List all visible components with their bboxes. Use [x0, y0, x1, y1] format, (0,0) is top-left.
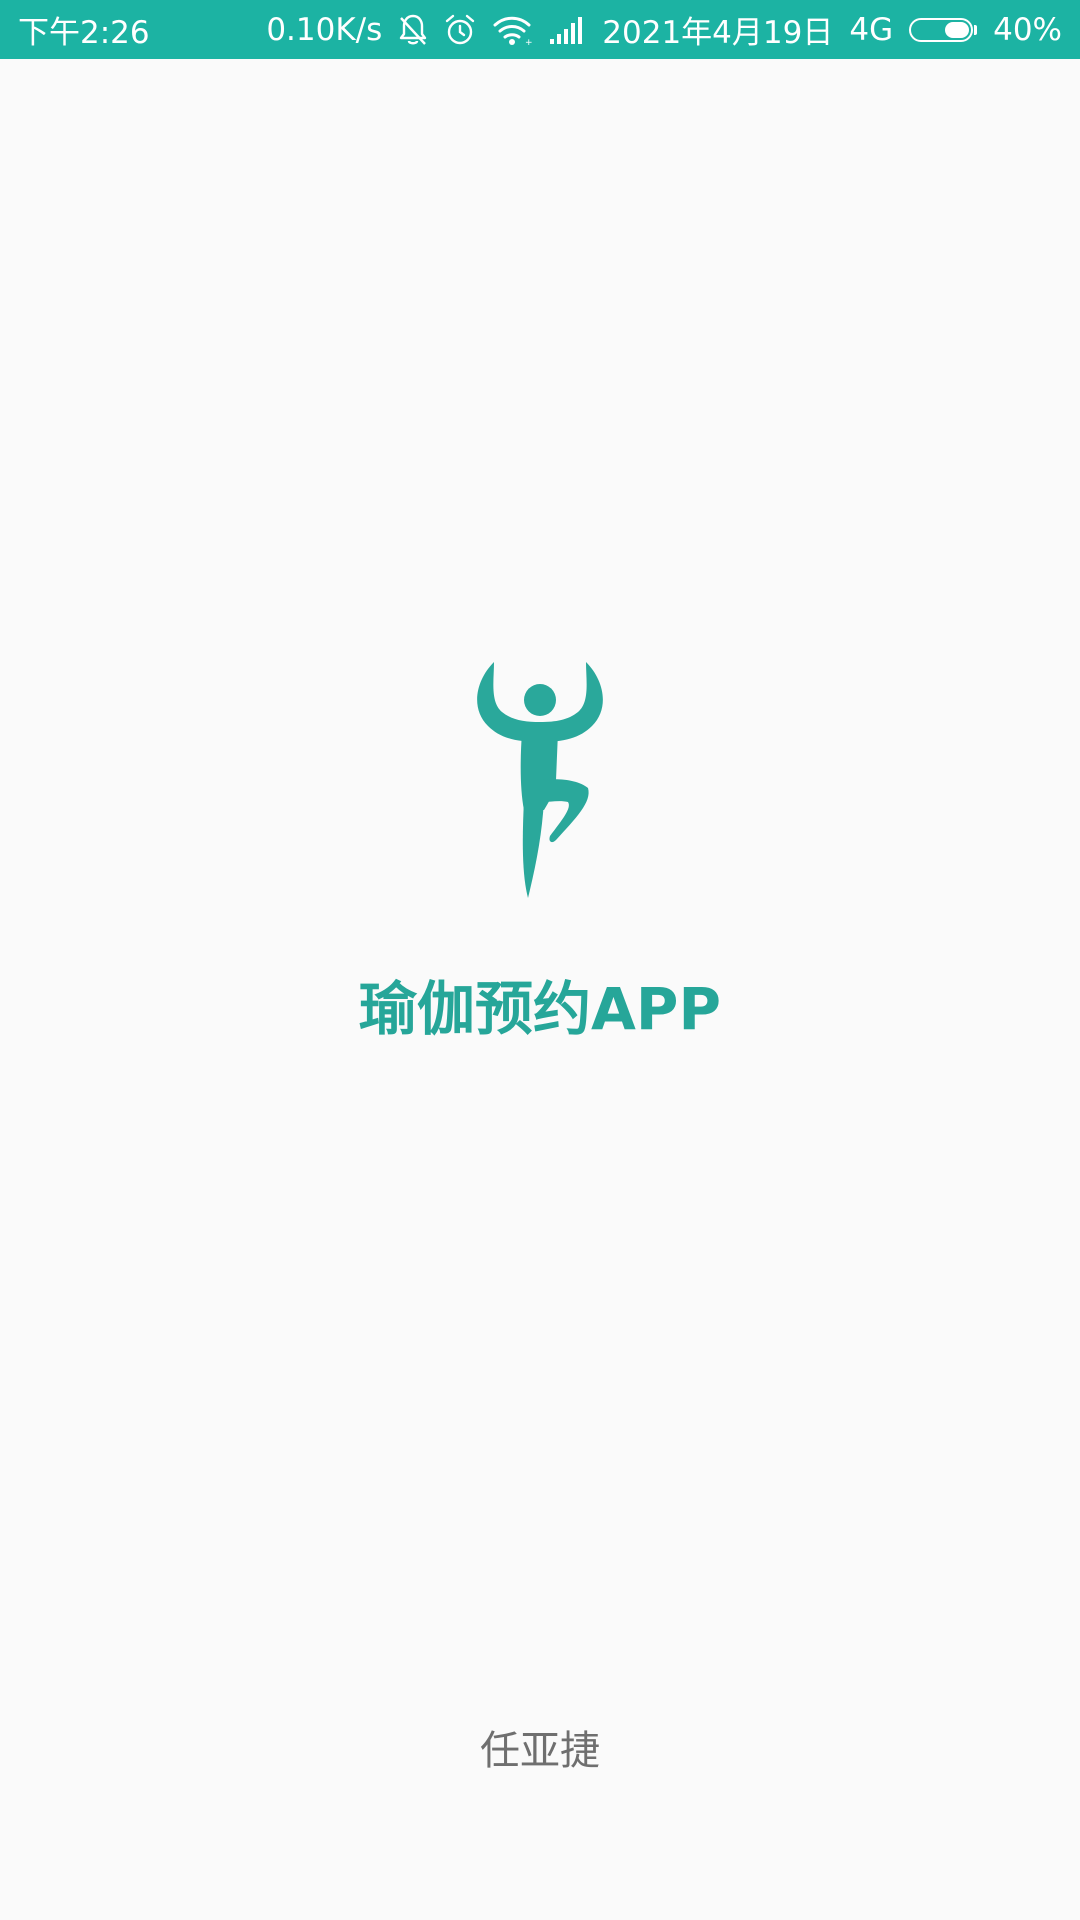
network-type: 4G	[849, 11, 894, 48]
battery-icon	[909, 17, 978, 42]
status-indicators: 0.10K/s + 2021年4月19日 4G 40%	[266, 7, 1062, 52]
status-date: 2021年4月19日	[602, 15, 834, 51]
network-speed: 0.10K/s	[266, 11, 383, 48]
yoga-person-icon	[470, 650, 610, 900]
battery-percent: 40%	[993, 11, 1062, 48]
signal-icon	[548, 12, 586, 48]
alarm-clock-icon	[444, 12, 476, 48]
status-bar: 下午2:26 0.10K/s + 2021年4月19日 4G 40%	[0, 0, 1080, 59]
svg-text:+: +	[525, 38, 532, 46]
status-time: 下午2:26	[18, 15, 150, 51]
splash-screen: 下午2:26 0.10K/s + 2021年4月19日 4G 40% 瑜伽预约A…	[0, 0, 1080, 1920]
author-name: 任亚捷	[480, 1728, 600, 1774]
battery-level-fill	[945, 21, 970, 38]
wifi-icon: +	[492, 12, 532, 48]
app-title: 瑜伽预约APP	[359, 975, 721, 1043]
bell-off-icon	[398, 12, 428, 48]
